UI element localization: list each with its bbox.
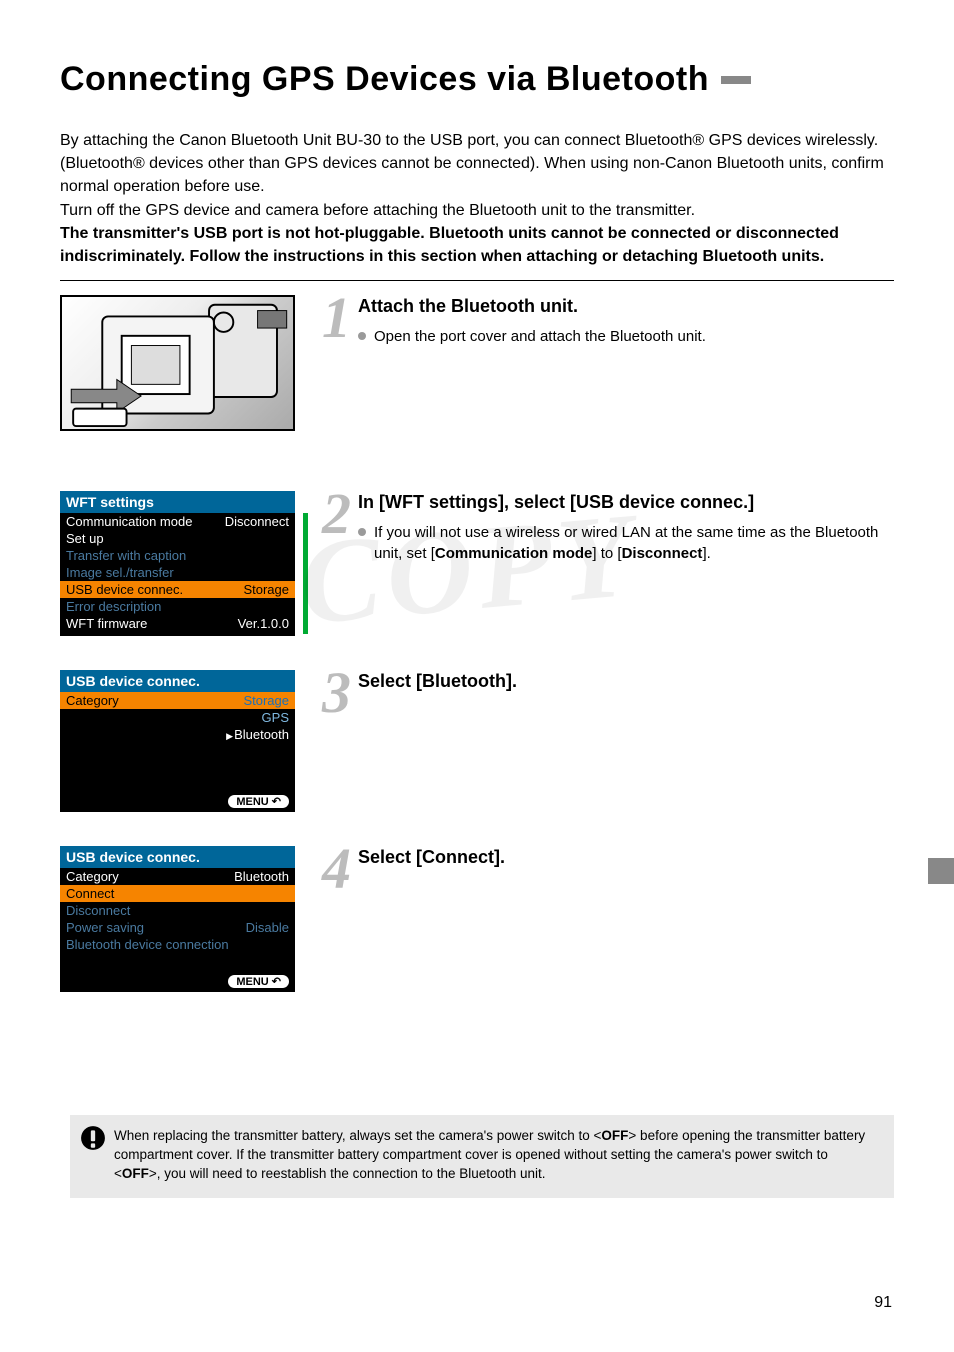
step-number-2: 2 (322, 491, 358, 537)
caution-text: When replacing the transmitter battery, … (114, 1128, 865, 1181)
lcd2-o3: Bluetooth (226, 727, 289, 742)
lcd-screenshot-usb-connect: USB device connec. Category Bluetooth Con… (60, 846, 295, 992)
bullet-icon (358, 528, 366, 536)
step-2-bullet-text: If you will not use a wireless or wired … (374, 522, 894, 564)
bullet-icon (358, 332, 366, 340)
step-1-title: Attach the Bluetooth unit. (358, 295, 894, 318)
lcd1-r3l: Transfer with caption (66, 548, 186, 563)
lcd3-r4r: Disable (246, 920, 289, 935)
lcd2-o2: GPS (262, 710, 289, 725)
page-title: Connecting GPS Devices via Bluetooth (60, 60, 894, 99)
step-2-title: In [WFT settings], select [USB device co… (358, 491, 894, 514)
lcd1-header: WFT settings (60, 491, 295, 513)
lcd1-r7l: WFT firmware (66, 616, 147, 631)
section-divider (60, 280, 894, 281)
lcd1-r2l: Set up (66, 531, 104, 546)
lcd3-r1r: Bluetooth (234, 869, 289, 884)
section-thumb-tab (928, 858, 954, 884)
step-number-3: 3 (322, 670, 358, 716)
caution-icon (80, 1125, 106, 1151)
page-number: 91 (874, 1294, 892, 1312)
lcd3-r1l: Category (66, 869, 119, 884)
step-number-1: 1 (322, 295, 358, 341)
lcd1-r7r: Ver.1.0.0 (238, 616, 289, 631)
step-3-title: Select [Bluetooth]. (358, 670, 894, 693)
lcd3-menu-back: MENU (228, 975, 289, 988)
intro-block: By attaching the Canon Bluetooth Unit BU… (60, 129, 894, 268)
lcd-screenshot-usb-category: USB device connec. Category Storage GPS B… (60, 670, 295, 812)
step-4: USB device connec. Category Bluetooth Con… (60, 846, 894, 992)
lcd3-r4l: Power saving (66, 920, 144, 935)
title-decoration-bar (721, 76, 751, 84)
lcd3-r3l: Disconnect (66, 903, 130, 918)
step-3: USB device connec. Category Storage GPS B… (60, 670, 894, 812)
lcd1-r1l: Communication mode (66, 514, 192, 529)
lcd1-scrollbar (303, 513, 308, 634)
intro-p1: By attaching the Canon Bluetooth Unit BU… (60, 132, 884, 195)
lcd3-header: USB device connec. (60, 846, 295, 868)
lcd3-r5l: Bluetooth device connection (66, 937, 229, 952)
step-2: WFT settings Communication mode Disconnec… (60, 491, 894, 636)
camera-illustration (60, 295, 295, 431)
lcd3-r2l: Connect (66, 886, 114, 901)
title-text: Connecting GPS Devices via Bluetooth (60, 60, 709, 99)
step-2-bullet: If you will not use a wireless or wired … (358, 522, 894, 564)
lcd2-menu-back: MENU (228, 795, 289, 808)
lcd1-r4l: Image sel./transfer (66, 565, 174, 580)
caution-box: When replacing the transmitter battery, … (70, 1115, 894, 1198)
lcd2-catlbl: Category (66, 693, 119, 708)
intro-p2: Turn off the GPS device and camera befor… (60, 202, 695, 219)
lcd1-r1r: Disconnect (225, 514, 289, 529)
lcd2-o1: Storage (243, 693, 289, 708)
lcd2-header: USB device connec. (60, 670, 295, 692)
step-number-4: 4 (322, 846, 358, 892)
step-1-bullet: Open the port cover and attach the Bluet… (358, 326, 894, 347)
intro-p3-bold: The transmitter's USB port is not hot-pl… (60, 225, 839, 265)
lcd1-r6l: Error description (66, 599, 161, 614)
lcd-screenshot-wft-settings: WFT settings Communication mode Disconnec… (60, 491, 295, 636)
lcd1-r5r: Storage (243, 582, 289, 597)
step-1: 1 Attach the Bluetooth unit. Open the po… (60, 295, 894, 431)
step-1-bullet-text: Open the port cover and attach the Bluet… (374, 326, 706, 347)
step-4-title: Select [Connect]. (358, 846, 894, 869)
lcd1-r5l: USB device connec. (66, 582, 183, 597)
